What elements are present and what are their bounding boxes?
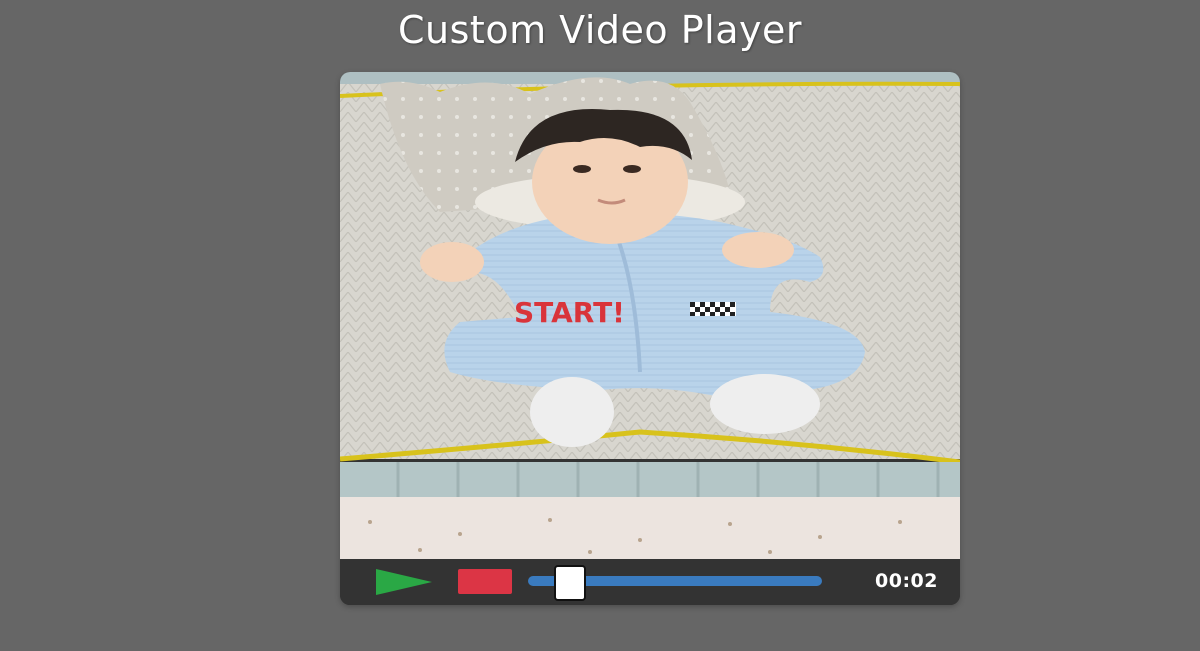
video-frame-image: START! (340, 72, 960, 559)
checkered-flag-icon (690, 302, 736, 316)
controls-bar: 00:02 (340, 559, 960, 605)
video-overlay-text: START! (514, 296, 625, 329)
progress-slider[interactable] (528, 565, 822, 601)
play-button[interactable] (376, 569, 432, 595)
timestamp: 00:02 (875, 570, 938, 592)
video-player: START! 00:02 (340, 72, 960, 605)
page-title: Custom Video Player (398, 8, 802, 52)
stop-button[interactable] (458, 569, 512, 594)
video-display[interactable]: START! (340, 72, 960, 559)
progress-handle[interactable] (554, 565, 586, 601)
